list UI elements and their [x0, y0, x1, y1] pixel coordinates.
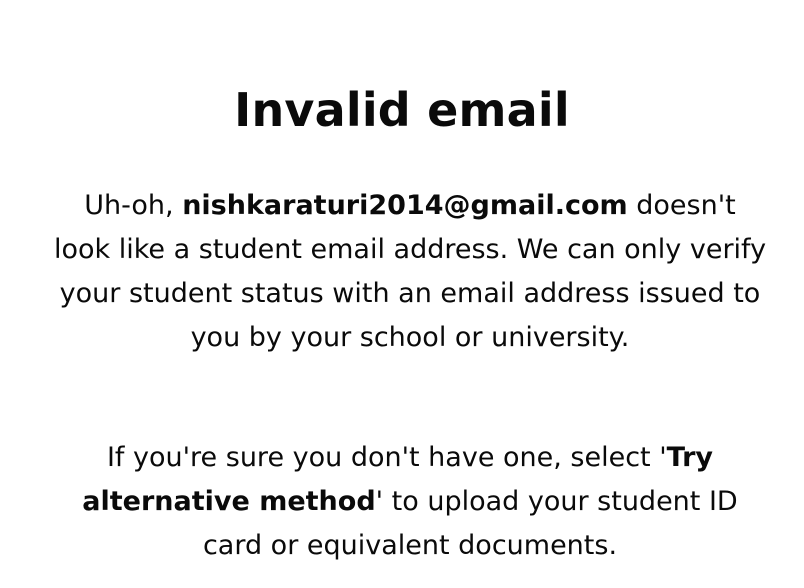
entered-email-address: nishkaraturi2014@gmail.com — [182, 190, 628, 221]
message-prefix: Uh-oh, — [84, 190, 183, 221]
hint-prefix: If you're sure you don't have one, selec… — [106, 442, 667, 473]
invalid-email-dialog: Invalid email Uh-oh, nishkaraturi2014@gm… — [0, 0, 804, 588]
alternative-method-hint: If you're sure you don't have one, selec… — [52, 436, 768, 568]
invalid-email-message: Uh-oh, nishkaraturi2014@gmail.com doesn'… — [52, 184, 768, 360]
dialog-title: Invalid email — [234, 83, 570, 137]
